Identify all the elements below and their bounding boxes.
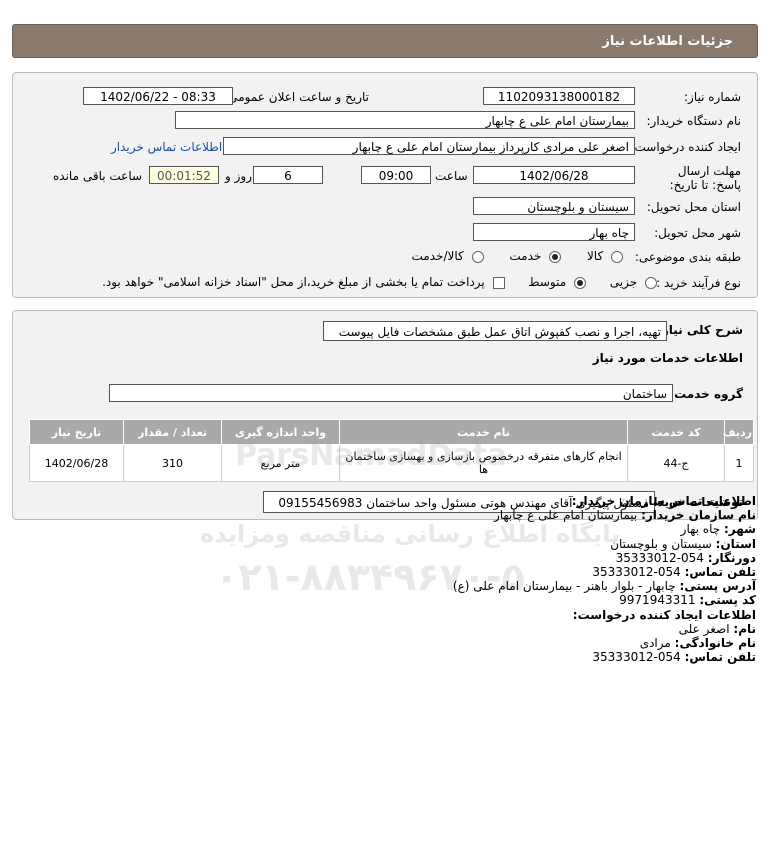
payment-note: پرداخت تمام یا بخشی از مبلغ خرید،از محل … [102,275,485,289]
contact-postal-value: 9971943311 [619,593,696,608]
col-service-name: نام خدمت [339,419,628,445]
page-header: جزئیات اطلاعات نیاز [12,24,758,58]
category-options: کالا خدمت کالا/خدمت [412,249,623,263]
need-number-field: 1102093138000182 [483,87,635,105]
contact-postal-label: کد پستی: [699,593,756,608]
deadline-date-field: 1402/06/28 [473,166,635,184]
contact-org-value: بیمارستان امام علی ع چابهار [493,508,638,523]
description-label: شرح کلی نیاز: [657,323,743,337]
contact-phone-value: 054-35333012 [592,565,681,580]
creator-info-title: اطلاعات ایجاد کننده درخواست: [572,607,756,622]
city-label: شهر محل تحویل: [654,226,741,240]
process-minor-label: جزیی [609,275,638,289]
creator-family-label: نام خانوادگی: [674,636,756,651]
contact-fax-label: دورنگار: [707,550,756,565]
category-service-label: خدمت [509,249,542,263]
creator-phone-value: 054-35333012 [592,650,681,665]
need-number-label: شماره نیاز: [684,90,741,104]
need-details-panel: شماره نیاز: 1102093138000182 تاریخ و ساع… [12,72,758,298]
contact-city-value: چاه بهار [680,522,721,537]
col-row-number: ردیف [723,419,754,445]
service-group-field: ساختمان [109,384,673,402]
table-header-row: ردیف کد خدمت نام خدمت واحد اندازه گیری ت… [29,419,754,445]
category-goods-service-radio[interactable] [471,250,484,263]
services-table: ردیف کد خدمت نام خدمت واحد اندازه گیری ت… [29,419,754,482]
cell-unit: متر مربع [221,444,340,482]
deadline-time-label: ساعت [435,169,468,183]
buyer-contact-section: اطلاعات تماس سازمان خریدار: نام سازمان خ… [16,494,756,664]
contact-address-value: چابهار - بلوار باهنر - بیمارستان امام عل… [452,579,676,594]
creator-field: اصغر علی مرادی کارپرداز بیمارستان امام ع… [223,137,635,155]
creator-name-value: اصغر علی [678,621,730,636]
province-label: استان محل تحویل: [646,200,741,214]
need-description-panel: شرح کلی نیاز: تهیه، اجرا و نصب کفپوش اتا… [12,310,758,520]
category-goods-label: کالا [586,249,604,263]
city-field: چاه بهار [473,223,635,241]
page-title: جزئیات اطلاعات نیاز [602,34,733,49]
cell-service-name: انجام کارهای متفرقه درخصوص بازسازی و بهس… [339,444,628,482]
cell-quantity: 310 [123,444,222,482]
category-service-radio[interactable] [549,250,562,263]
creator-phone-label: تلفن تماس: [684,650,756,665]
creator-label: ایجاد کننده درخواست: [630,140,741,154]
services-heading: اطلاعات خدمات مورد نیاز [592,351,743,365]
buyer-contact-link[interactable]: اطلاعات تماس خریدار [111,140,222,154]
col-service-code: کد خدمت [627,419,725,445]
contact-city-label: شهر: [724,522,756,537]
category-label: طبقه بندی موضوعی: [634,250,741,264]
creator-name-label: نام: [733,621,756,636]
deadline-time-field: 09:00 [361,166,431,184]
deadline-label: مهلت ارسال پاسخ: تا تاریخ: [669,164,741,192]
process-label: نوع فرآیند خرید : [656,276,741,290]
announce-label: تاریخ و ساعت اعلان عمومی: [224,90,369,104]
treasury-checkbox[interactable] [492,276,505,289]
category-goods-radio[interactable] [611,250,623,263]
process-minor-radio[interactable] [645,276,657,289]
creator-family-value: مرادی [639,636,671,651]
col-unit: واحد اندازه گیری [221,419,340,445]
description-field: تهیه، اجرا و نصب کفپوش اتاق عمل طبق مشخص… [323,321,667,341]
announce-field: 1402/06/22 - 08:33 [83,87,233,105]
province-field: سیستان و بلوچستان [473,197,635,215]
remaining-label: ساعت باقی مانده [53,169,143,183]
process-options: جزیی متوسط پرداخت تمام یا بخشی از مبلغ خ… [102,275,657,289]
days-label: روز و [225,169,252,183]
remaining-time-field: 00:01:52 [149,166,219,184]
buyer-org-field: بیمارستان امام علی ع چابهار [175,111,635,129]
days-field: 6 [253,166,323,184]
process-medium-label: متوسط [528,275,567,289]
contact-fax-value: 054-35333012 [615,550,704,565]
buyer-org-label: نام دستگاه خریدار: [646,114,742,128]
category-goods-service-label: کالا/خدمت [411,249,464,263]
col-need-date: تاریخ نیاز [29,419,124,445]
contact-title: اطلاعات تماس سازمان خریدار: [571,494,756,508]
contact-phone-label: تلفن تماس: [684,565,756,580]
col-quantity: تعداد / مقدار [123,419,222,445]
cell-service-code: ج-44 [627,444,725,482]
contact-org-label: نام سازمان خریدار: [641,508,756,523]
table-row: 1 ج-44 انجام کارهای متفرقه درخصوص بازساز… [29,444,754,482]
contact-province-label: استان: [715,536,756,551]
contact-address-label: آدرس پستی: [679,579,756,594]
service-group-label: گروه خدمت: [669,387,743,401]
cell-row-number: 1 [724,444,754,482]
process-medium-radio[interactable] [573,276,586,289]
cell-need-date: 1402/06/28 [29,444,124,482]
contact-province-value: سیستان و بلوچستان [610,536,712,551]
